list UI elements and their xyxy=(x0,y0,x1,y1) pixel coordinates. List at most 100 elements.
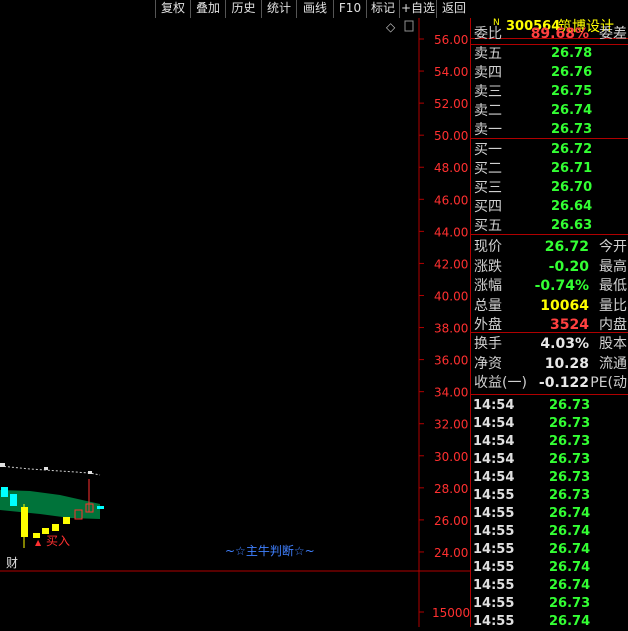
fund-eps-value: -0.122 xyxy=(538,375,589,391)
sell-order-price: 26.76 xyxy=(551,65,593,80)
y-axis-label: 28.00 xyxy=(434,482,468,496)
toolbar-button-8[interactable]: 返回 xyxy=(436,0,471,18)
tick-price: 26.74 xyxy=(549,506,591,521)
y-axis-label: 38.00 xyxy=(434,322,468,336)
toolbar-button-3[interactable]: 统计 xyxy=(261,0,296,18)
buy-arrow-icon: ▲ xyxy=(35,538,42,547)
buy-order-row: 买一 26.72 xyxy=(471,141,628,159)
toolbar-button-4[interactable]: 画线 xyxy=(296,0,333,18)
tick-row: 14:54 26.73 xyxy=(471,433,628,451)
tick-time: 14:55 xyxy=(473,560,515,575)
toolbar-button-6[interactable]: 标记 xyxy=(366,0,399,18)
quote-pct-value: -0.74% xyxy=(534,278,589,294)
fund-turnover-right-label: 股本 xyxy=(599,336,627,352)
finance-label[interactable]: 财 xyxy=(6,556,18,570)
quote-change-value: -0.20 xyxy=(548,258,589,275)
y-axis-label: 26.00 xyxy=(434,514,468,528)
divider xyxy=(471,332,628,333)
y-axis-label: 56.00 xyxy=(434,33,468,47)
quote-volume-label: 总量 xyxy=(474,297,502,314)
quote-volume-value: 10064 xyxy=(540,297,589,314)
sell-order-price: 26.73 xyxy=(551,122,593,137)
y-axis-label: 34.00 xyxy=(434,386,468,400)
moving-average-line xyxy=(0,465,101,476)
tick-row: 14:54 26.73 xyxy=(471,397,628,415)
y-axis-label: 54.00 xyxy=(434,65,468,79)
y-axis-label: 44.00 xyxy=(434,225,468,239)
tick-row: 14:54 26.73 xyxy=(471,451,628,469)
buy-order-row: 买三 26.70 xyxy=(471,179,628,197)
y-axis-label: 46.00 xyxy=(434,193,468,207)
ratio-diff-label: 委差 xyxy=(599,26,627,42)
candle xyxy=(10,494,17,506)
toolbar-button-0[interactable]: 复权 xyxy=(155,0,190,18)
window-toggle-icon[interactable] xyxy=(404,20,414,32)
tick-price: 26.73 xyxy=(549,596,591,611)
buy-order-row: 买五 26.63 xyxy=(471,217,628,235)
buy-order-price: 26.63 xyxy=(551,218,593,233)
toolbar-button-2[interactable]: 历史 xyxy=(225,0,261,18)
buy-order-price: 26.64 xyxy=(551,199,593,214)
quote-price: 现价 26.72 今开 xyxy=(471,238,628,256)
toolbar: 复权 叠加 历史 统计 画线 F10 标记 +自选 返回 xyxy=(0,0,628,18)
quote-pct-label: 涨幅 xyxy=(474,278,502,294)
tick-time: 14:55 xyxy=(473,524,515,539)
candle xyxy=(1,487,8,497)
sell-order-label: 卖二 xyxy=(474,103,502,119)
buy-order-label: 买二 xyxy=(474,161,502,177)
quote-pct: 涨幅 -0.74% 最低 xyxy=(471,277,628,295)
ratio-row: 委比 89.68% 委差 xyxy=(471,25,628,43)
y-axis-label: 48.00 xyxy=(434,161,468,175)
buy-order-price: 26.72 xyxy=(551,142,593,157)
sell-order-row: 卖五 26.78 xyxy=(471,45,628,63)
toolbar-button-1[interactable]: 叠加 xyxy=(190,0,225,18)
buy-order-label: 买三 xyxy=(474,180,502,196)
tick-row: 14:55 26.73 xyxy=(471,487,628,505)
tick-time: 14:54 xyxy=(473,416,515,431)
buy-order-label: 买一 xyxy=(474,142,502,158)
buy-order-label: 买五 xyxy=(474,218,502,234)
y-axis-label: 52.00 xyxy=(434,97,468,111)
toolbar-button-7[interactable]: +自选 xyxy=(399,0,436,18)
tick-price: 26.74 xyxy=(549,542,591,557)
quote-price-value: 26.72 xyxy=(544,239,589,255)
toolbar-button-5[interactable]: F10 xyxy=(333,0,366,18)
fund-eps: 收益(一) -0.122 PE(动 xyxy=(471,374,628,392)
quote-change-label: 涨跌 xyxy=(474,258,502,275)
quote-volume: 总量 10064 量比 xyxy=(471,297,628,315)
sell-order-row: 卖二 26.74 xyxy=(471,102,628,120)
ma-marker xyxy=(88,471,92,474)
buy-order-label: 买四 xyxy=(474,199,502,215)
tick-time: 14:55 xyxy=(473,488,515,503)
diamond-icon[interactable]: ◇ xyxy=(386,20,396,34)
sell-order-row: 卖四 26.76 xyxy=(471,64,628,82)
fund-eps-right-label: PE(动 xyxy=(590,375,627,391)
ratio-value: 89.68% xyxy=(530,26,589,42)
sell-order-label: 卖四 xyxy=(474,65,502,81)
fund-nav-right-label: 流通 xyxy=(599,355,627,372)
divider xyxy=(471,234,628,235)
tick-row: 14:55 26.74 xyxy=(471,505,628,523)
fund-turnover-value: 4.03% xyxy=(540,336,589,352)
candle xyxy=(21,507,28,537)
quote-change: 涨跌 -0.20 最高 xyxy=(471,258,628,276)
buy-order-price: 26.70 xyxy=(551,180,593,195)
y-axis-label: 42.00 xyxy=(434,257,468,271)
tick-time: 14:54 xyxy=(473,434,515,449)
kline-chart[interactable]: 56.00 54.00 52.00 50.00 48.00 46.00 44.00 42.00… xyxy=(0,18,470,627)
sell-order-label: 卖一 xyxy=(474,122,502,138)
quote-pct-right-label: 最低 xyxy=(599,278,627,294)
tick-time: 14:54 xyxy=(473,470,515,485)
tick-price: 26.74 xyxy=(549,578,591,593)
tick-price: 26.73 xyxy=(549,416,591,431)
y-axis-label: 30.00 xyxy=(434,450,468,464)
ma-marker xyxy=(0,463,5,467)
fund-nav: 净资 10.28 流通 xyxy=(471,355,628,373)
divider xyxy=(471,394,628,395)
tick-price: 26.74 xyxy=(549,524,591,539)
tick-time: 14:54 xyxy=(473,452,515,467)
tick-time: 14:55 xyxy=(473,614,515,629)
tick-price: 26.74 xyxy=(549,560,591,575)
y-axis-label: 36.00 xyxy=(434,354,468,368)
fund-nav-value: 10.28 xyxy=(544,355,589,372)
